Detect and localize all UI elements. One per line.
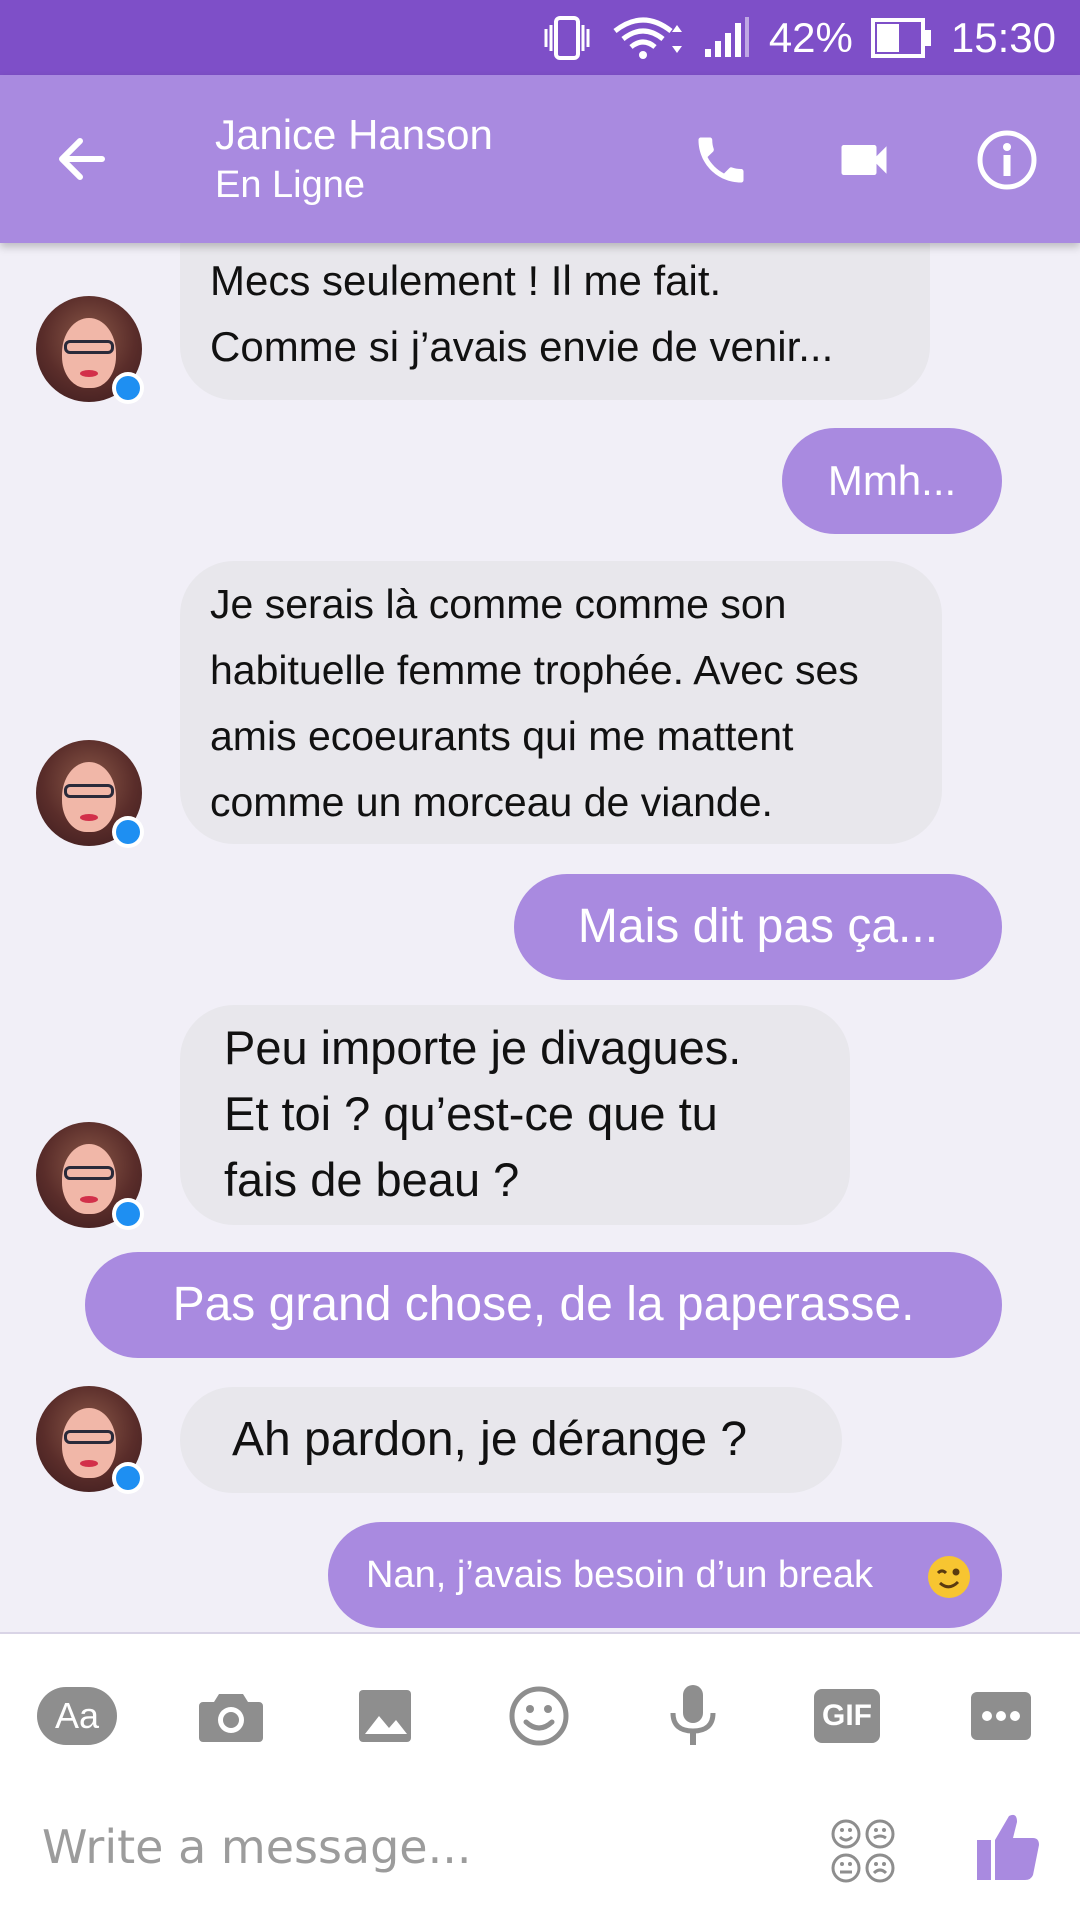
composer: Aa GIF Write a message...: [0, 1634, 1080, 1920]
arrow-left-icon: [59, 138, 105, 180]
contact-avatar[interactable]: [36, 296, 144, 404]
message-line: Je serais là comme comme son: [210, 581, 787, 627]
message-text: Pas grand chose, de la paperasse.: [172, 1278, 915, 1331]
message-text: Mmh...: [827, 457, 957, 504]
outgoing-message[interactable]: Mais dit pas ça...: [514, 874, 1002, 980]
emoji-button[interactable]: [499, 1676, 579, 1756]
wifi-icon: [613, 17, 682, 59]
incoming-message[interactable]: Mecs seulement ! Il me fait. Comme si j’…: [180, 243, 930, 400]
thumbs-up-icon: [977, 1814, 1039, 1880]
info-button[interactable]: [972, 125, 1042, 195]
message-list[interactable]: Mecs seulement ! Il me fait. Comme si j’…: [0, 243, 1080, 1633]
call-button[interactable]: [686, 125, 756, 195]
status-bar: 42% 15:30: [0, 0, 1080, 75]
sticker-faces-icon: [831, 1819, 895, 1883]
winking-face-icon: [928, 1556, 970, 1598]
outgoing-message[interactable]: Nan, j’avais besoin d’un break: [328, 1522, 1002, 1628]
smiley-icon: [509, 1686, 569, 1746]
message-line: habituelle femme trophée. Avec ses: [210, 647, 859, 693]
incoming-message[interactable]: Peu importe je divagues. Et toi ? qu’est…: [180, 1005, 850, 1225]
message-line: Et toi ? qu’est-ce que tu: [224, 1087, 718, 1140]
video-camera-icon: [841, 145, 887, 175]
clock: 15:30: [950, 13, 1056, 61]
more-dots-icon: [971, 1692, 1031, 1740]
microphone-icon: [670, 1685, 716, 1745]
contact-info[interactable]: Janice Hanson En Ligne: [215, 109, 493, 209]
glasses: [64, 1430, 114, 1444]
camera-button[interactable]: [191, 1676, 271, 1756]
message-text: Ah pardon, je dérange ?: [232, 1413, 748, 1466]
message-line: fais de beau ?: [224, 1153, 520, 1206]
contact-name: Janice Hanson: [215, 111, 493, 158]
camera-icon: [199, 1694, 263, 1742]
message-input[interactable]: Write a message...: [42, 1820, 471, 1874]
vibrate-icon: [544, 15, 590, 60]
message-line: comme un morceau de viande.: [210, 779, 773, 825]
contact-avatar[interactable]: [36, 740, 144, 848]
back-button[interactable]: [52, 129, 112, 189]
gallery-button[interactable]: [345, 1676, 425, 1756]
message-line: amis ecoeurants qui me mattent: [210, 713, 794, 759]
like-button[interactable]: [975, 1810, 1041, 1887]
info-icon: [977, 130, 1037, 190]
aa-label: Aa: [37, 1687, 117, 1745]
message-text: Mais dit pas ça...: [577, 900, 939, 953]
chat-header: Janice Hanson En Ligne: [0, 75, 1080, 243]
glasses: [64, 1166, 114, 1180]
video-call-button[interactable]: [829, 125, 899, 195]
battery-icon: [870, 17, 931, 58]
contact-avatar[interactable]: [36, 1386, 144, 1494]
sticker-button[interactable]: [830, 1818, 896, 1889]
contact-status: En Ligne: [215, 164, 366, 206]
incoming-message[interactable]: Je serais là comme comme son habituelle …: [180, 561, 942, 844]
message-line: Peu importe je divagues.: [224, 1021, 742, 1074]
messenger-badge-icon: [112, 1198, 144, 1230]
image-icon: [359, 1690, 411, 1742]
battery-percent: 42%: [768, 13, 853, 61]
message-line: Mecs seulement ! Il me fait.: [210, 257, 722, 304]
voice-button[interactable]: [653, 1676, 733, 1756]
more-button[interactable]: [961, 1676, 1041, 1756]
glasses: [64, 784, 114, 798]
message-line: Comme si j’avais envie de venir...: [210, 323, 834, 370]
text-format-button[interactable]: Aa: [37, 1676, 117, 1756]
gif-label: GIF: [814, 1689, 880, 1743]
message-text: Nan, j’avais besoin d’un break: [366, 1554, 873, 1596]
incoming-message[interactable]: Ah pardon, je dérange ?: [180, 1387, 842, 1493]
glasses: [64, 340, 114, 354]
messenger-badge-icon: [112, 816, 144, 848]
messenger-badge-icon: [112, 1462, 144, 1494]
contact-avatar[interactable]: [36, 1122, 144, 1230]
phone-icon: [698, 137, 744, 183]
outgoing-message[interactable]: Pas grand chose, de la paperasse.: [85, 1252, 1002, 1358]
messenger-badge-icon: [112, 372, 144, 404]
gif-button[interactable]: GIF: [807, 1676, 887, 1756]
outgoing-message[interactable]: Mmh...: [782, 428, 1002, 534]
signal-icon: [704, 16, 749, 57]
